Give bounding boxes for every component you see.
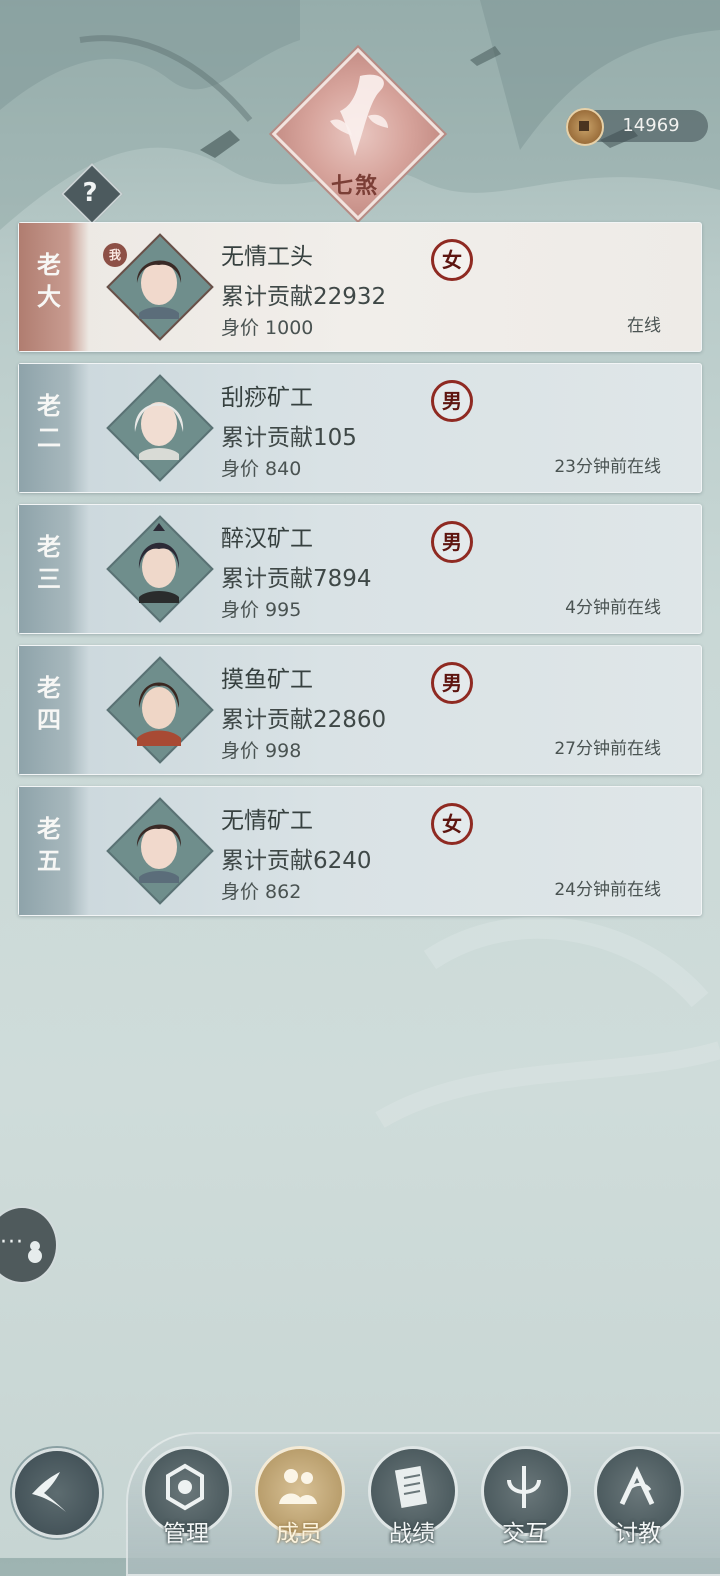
nav-label: 管理 (163, 1521, 209, 1547)
rank-label: 老四 (37, 673, 61, 734)
nav-members[interactable]: 成员 (255, 1446, 345, 1547)
self-badge: 我 (103, 243, 127, 267)
rank-label: 老二 (37, 391, 61, 452)
member-contribution: 累计贡献22860 (221, 707, 387, 733)
online-status: 24分钟前在线 (554, 880, 661, 900)
member-price: 身价 840 (221, 458, 302, 480)
nav-challenge[interactable]: 讨教 (594, 1446, 684, 1547)
nav-interact[interactable]: 交互 (481, 1446, 571, 1547)
currency-value: 14969 (622, 115, 680, 136)
member-name: 醉汉矿工 (221, 526, 313, 552)
member-card-2[interactable]: 老二 刮痧矿工 男 累计贡献105 身价 840 23分钟前在线 (18, 363, 702, 493)
member-price: 身价 998 (221, 740, 302, 762)
interact-icon (507, 1466, 541, 1508)
nav-label: 战绩 (389, 1521, 435, 1547)
member-contribution: 累计贡献6240 (221, 848, 372, 874)
gender-badge: 男 (431, 521, 473, 563)
member-contribution: 累计贡献105 (221, 425, 357, 451)
gender-badge: 女 (431, 239, 473, 281)
members-icon (279, 1469, 317, 1504)
nav-record[interactable]: 战绩 (368, 1446, 458, 1547)
member-contribution: 累计贡献22932 (221, 284, 387, 310)
avatar[interactable] (113, 521, 205, 617)
member-card-5[interactable]: 老五 无情矿工 女 累计贡献6240 身价 862 24分钟前在线 (18, 786, 702, 916)
question-icon[interactable]: ? (70, 172, 110, 212)
gender-badge: 男 (431, 380, 473, 422)
copper-coin-icon (566, 108, 604, 146)
challenge-icon (619, 1466, 655, 1506)
chat-bubble-icon[interactable]: ··· (0, 1230, 24, 1255)
nav-label: 成员 (276, 1521, 322, 1547)
gender-badge: 女 (431, 803, 473, 845)
gourd-icon (28, 1241, 42, 1263)
flower-blade-icon (330, 74, 388, 156)
member-name: 无情矿工 (221, 808, 313, 834)
avatar[interactable] (113, 380, 205, 476)
gender-badge: 男 (431, 662, 473, 704)
member-price: 身价 1000 (221, 317, 314, 339)
member-name: 刮痧矿工 (221, 385, 313, 411)
online-status: 在线 (627, 316, 661, 336)
back-arrow-icon[interactable] (26, 1466, 78, 1518)
member-price: 身价 995 (221, 599, 302, 621)
member-card-1[interactable]: 老大 我 无情工头 女 累计贡献22932 身价 1000 在线 (18, 222, 702, 352)
avatar[interactable] (113, 662, 205, 758)
nav-manage[interactable]: 管理 (142, 1446, 232, 1547)
avatar[interactable] (113, 803, 205, 899)
member-card-3[interactable]: 老三 醉汉矿工 男 累计贡献7894 身价 995 4分钟前在线 (18, 504, 702, 634)
record-scroll-icon (394, 1466, 428, 1508)
guild-emblem: 七煞 (271, 47, 445, 221)
rank-label: 老三 (37, 532, 61, 593)
online-status: 4分钟前在线 (565, 598, 661, 618)
manage-icon (166, 1463, 204, 1511)
guild-name: 七煞 (330, 173, 379, 199)
member-name: 摸鱼矿工 (221, 667, 313, 693)
online-status: 27分钟前在线 (554, 739, 661, 759)
nav-label: 交互 (502, 1521, 548, 1547)
online-status: 23分钟前在线 (554, 457, 661, 477)
member-card-4[interactable]: 老四 摸鱼矿工 男 累计贡献22860 身价 998 27分钟前在线 (18, 645, 702, 775)
rank-label: 老五 (37, 814, 61, 875)
member-contribution: 累计贡献7894 (221, 566, 372, 592)
member-price: 身价 862 (221, 881, 302, 903)
nav-label: 讨教 (615, 1521, 661, 1547)
member-name: 无情工头 (221, 244, 313, 270)
rank-label: 老大 (37, 250, 61, 311)
